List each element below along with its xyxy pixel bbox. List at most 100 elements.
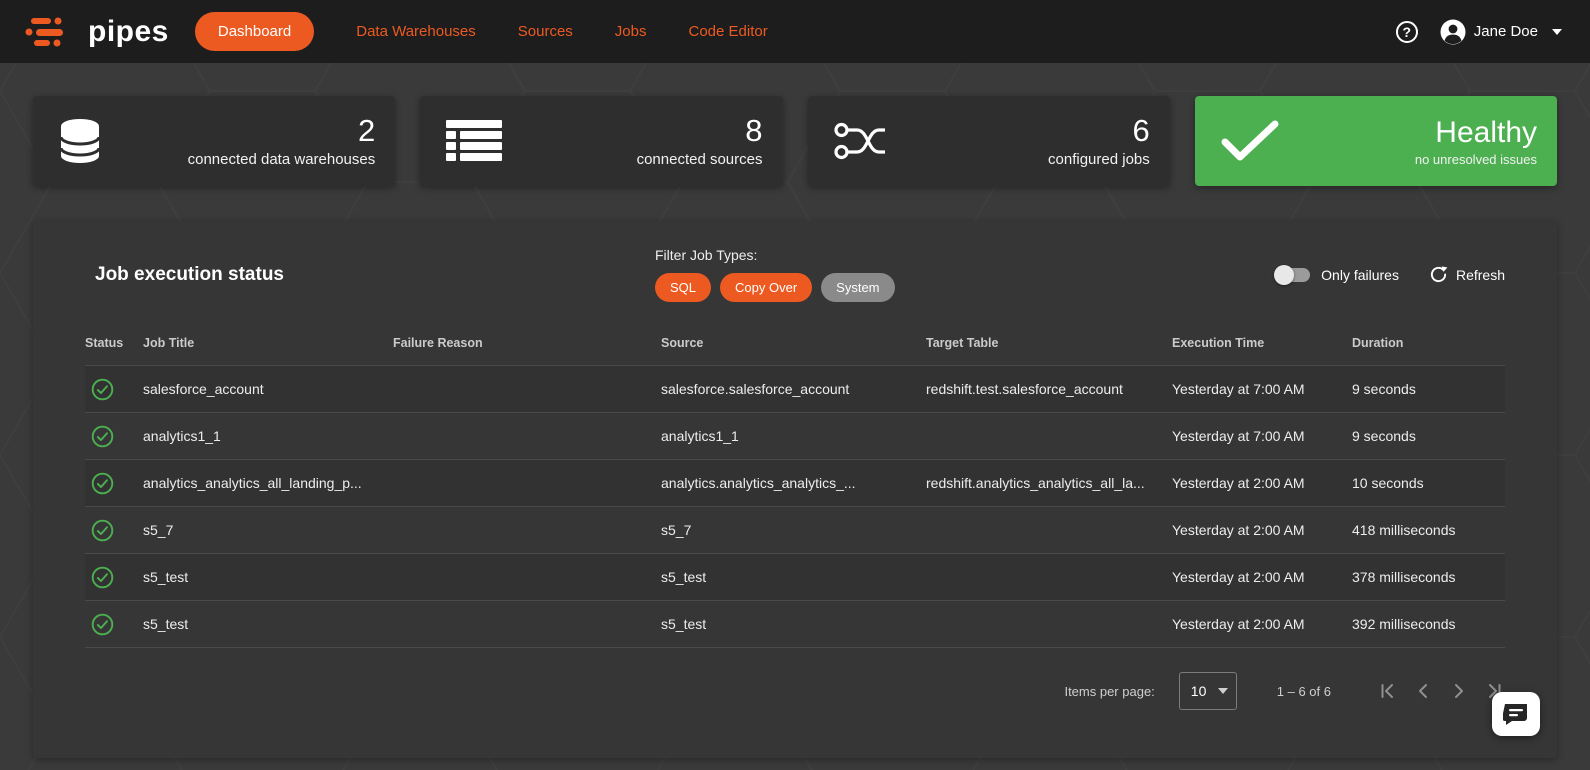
job-title-cell: s5_test [143, 601, 393, 648]
main-nav: Dashboard Data Warehouses Sources Jobs C… [195, 12, 768, 51]
user-name: Jane Doe [1474, 23, 1538, 40]
chat-launcher-button[interactable] [1492, 692, 1540, 736]
next-page-icon[interactable] [1449, 681, 1469, 701]
duration-cell: 9 seconds [1352, 366, 1505, 413]
job-title-cell: analytics1_1 [143, 413, 393, 460]
panel-header: Job execution status Filter Job Types: S… [85, 221, 1505, 302]
chat-icon [1503, 702, 1529, 726]
failure-reason-cell [393, 460, 661, 507]
jobs-icon [834, 121, 886, 161]
job-title-cell: s5_test [143, 554, 393, 601]
column-header-duration: Duration [1352, 324, 1505, 366]
job-table: StatusJob TitleFailure ReasonSourceTarge… [85, 324, 1505, 648]
execution-time-cell: Yesterday at 2:00 AM [1172, 507, 1352, 554]
table-row[interactable]: analytics_analytics_all_landing_p... ana… [85, 460, 1505, 507]
source-cell: s5_test [661, 554, 926, 601]
source-cell: analytics1_1 [661, 413, 926, 460]
failure-reason-cell [393, 554, 661, 601]
duration-cell: 10 seconds [1352, 460, 1505, 507]
target-table-cell [926, 601, 1172, 648]
only-failures-toggle[interactable] [1276, 268, 1310, 282]
execution-time-cell: Yesterday at 2:00 AM [1172, 460, 1352, 507]
help-icon[interactable]: ? [1396, 21, 1418, 43]
stat-card-sources[interactable]: 8 connected sources [420, 96, 782, 186]
nav-item-data-warehouses[interactable]: Data Warehouses [356, 23, 476, 40]
job-status-panel: Job execution status Filter Job Types: S… [33, 221, 1557, 758]
column-header-execution-time: Execution Time [1172, 324, 1352, 366]
success-status-icon [91, 519, 135, 542]
target-table-cell [926, 413, 1172, 460]
source-cell: s5_7 [661, 507, 926, 554]
execution-time-cell: Yesterday at 7:00 AM [1172, 413, 1352, 460]
status-cell [85, 366, 143, 413]
avatar-icon [1440, 19, 1466, 45]
duration-cell: 378 milliseconds [1352, 554, 1505, 601]
items-per-page-select[interactable]: 10 [1179, 672, 1237, 710]
refresh-label: Refresh [1456, 267, 1505, 283]
user-menu[interactable]: Jane Doe [1440, 19, 1562, 45]
failure-reason-cell [393, 366, 661, 413]
stat-card-warehouses[interactable]: 2 connected data warehouses [33, 96, 395, 186]
stat-value: 2 [188, 114, 376, 148]
brand-name: pipes [88, 17, 169, 47]
sources-icon [446, 119, 502, 163]
status-cell [85, 413, 143, 460]
target-table-cell: redshift.analytics_analytics_all_la... [926, 460, 1172, 507]
nav-item-dashboard[interactable]: Dashboard [195, 12, 314, 51]
success-status-icon [91, 472, 135, 495]
job-table-header-row: StatusJob TitleFailure ReasonSourceTarge… [85, 324, 1505, 366]
success-status-icon [91, 425, 135, 448]
panel-header-controls: Only failures Refresh [1276, 265, 1505, 284]
database-icon [59, 118, 101, 164]
stat-card-jobs[interactable]: 6 configured jobs [808, 96, 1170, 186]
pagination-bar: Items per page: 10 1 – 6 of 6 [85, 672, 1505, 710]
nav-item-sources[interactable]: Sources [518, 23, 573, 40]
execution-time-cell: Yesterday at 2:00 AM [1172, 554, 1352, 601]
success-status-icon [91, 613, 135, 636]
filter-chip-copy-over[interactable]: Copy Over [720, 273, 812, 302]
check-icon [1221, 120, 1279, 162]
status-cell [85, 601, 143, 648]
table-row[interactable]: s5_test s5_test Yesterday at 2:00 AM 392… [85, 601, 1505, 648]
first-page-icon[interactable] [1377, 681, 1397, 701]
refresh-icon [1429, 265, 1448, 284]
filter-chip-system[interactable]: System [821, 273, 894, 302]
job-title-cell: salesforce_account [143, 366, 393, 413]
refresh-button[interactable]: Refresh [1429, 265, 1505, 284]
stat-value: 8 [637, 114, 763, 148]
source-cell: salesforce.salesforce_account [661, 366, 926, 413]
job-type-filter: Filter Job Types: SQL Copy Over System [655, 247, 895, 302]
panel-title: Job execution status [95, 264, 655, 286]
job-table-body: salesforce_account salesforce.salesforce… [85, 366, 1505, 648]
pagination-range: 1 – 6 of 6 [1277, 684, 1331, 699]
failure-reason-cell [393, 413, 661, 460]
table-row[interactable]: analytics1_1 analytics1_1 Yesterday at 7… [85, 413, 1505, 460]
table-row[interactable]: s5_test s5_test Yesterday at 2:00 AM 378… [85, 554, 1505, 601]
nav-item-code-editor[interactable]: Code Editor [688, 23, 767, 40]
table-row[interactable]: s5_7 s5_7 Yesterday at 2:00 AM 418 milli… [85, 507, 1505, 554]
success-status-icon [91, 566, 135, 589]
health-card[interactable]: Healthy no unresolved issues [1195, 96, 1557, 186]
target-table-cell: redshift.test.salesforce_account [926, 366, 1172, 413]
stat-label: connected data warehouses [188, 151, 376, 168]
brand[interactable]: pipes [24, 15, 169, 49]
target-table-cell [926, 507, 1172, 554]
nav-item-jobs[interactable]: Jobs [615, 23, 647, 40]
stats-row: 2 connected data warehouses 8 connected … [0, 63, 1590, 186]
status-cell [85, 460, 143, 507]
table-row[interactable]: salesforce_account salesforce.salesforce… [85, 366, 1505, 413]
only-failures-label: Only failures [1321, 267, 1399, 283]
filter-label: Filter Job Types: [655, 247, 895, 263]
execution-time-cell: Yesterday at 7:00 AM [1172, 366, 1352, 413]
column-header-job-title: Job Title [143, 324, 393, 366]
stat-value: 6 [1048, 114, 1150, 148]
column-header-failure-reason: Failure Reason [393, 324, 661, 366]
stat-label: connected sources [637, 151, 763, 168]
health-status: Healthy [1415, 116, 1537, 149]
top-nav-bar: pipes Dashboard Data Warehouses Sources … [0, 0, 1590, 63]
source-cell: analytics.analytics_analytics_... [661, 460, 926, 507]
health-detail: no unresolved issues [1415, 152, 1537, 167]
previous-page-icon[interactable] [1413, 681, 1433, 701]
filter-chip-sql[interactable]: SQL [655, 273, 711, 302]
target-table-cell [926, 554, 1172, 601]
